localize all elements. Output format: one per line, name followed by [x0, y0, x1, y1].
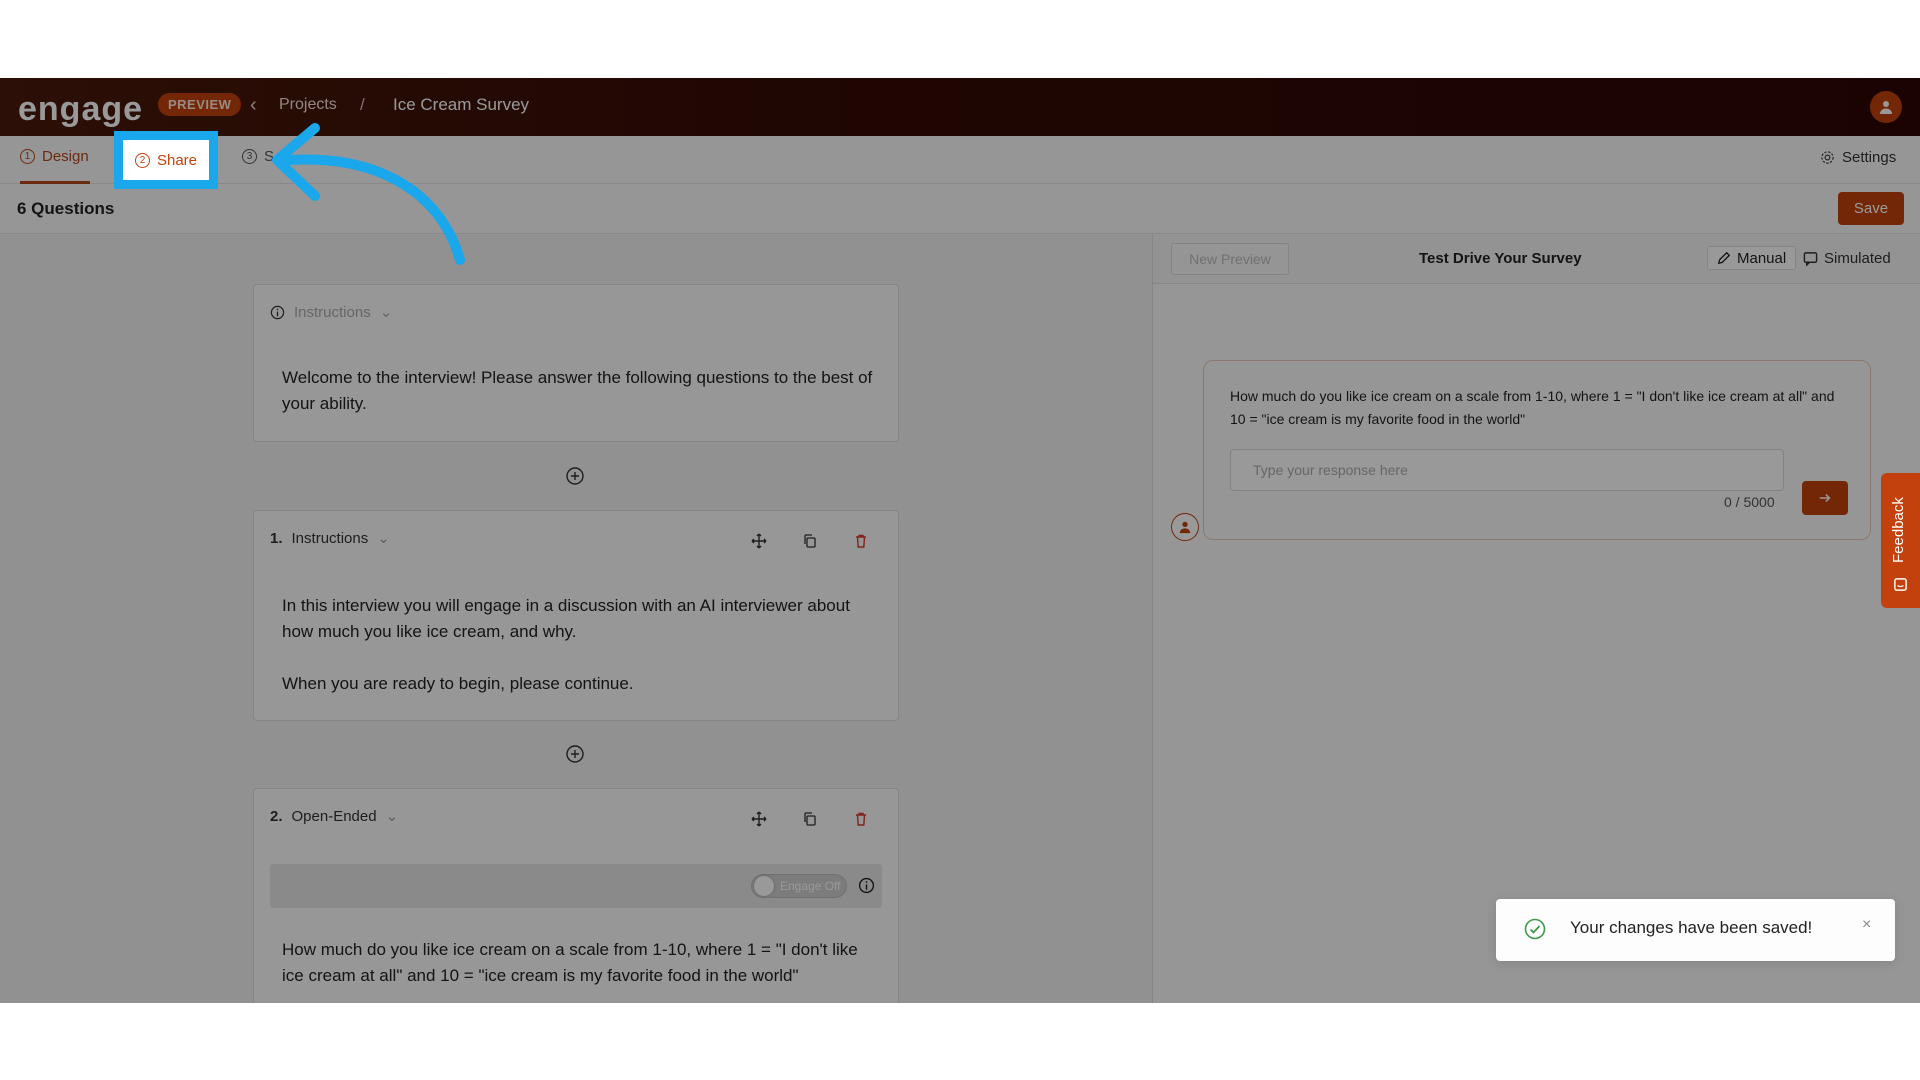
user-icon — [1179, 521, 1191, 534]
add-question-icon[interactable] — [565, 744, 585, 764]
card-text-paragraph: When you are ready to begin, please cont… — [282, 674, 634, 693]
toggle-knob — [754, 876, 774, 896]
settings-label: Settings — [1842, 149, 1897, 166]
tab-share-label: Share — [156, 151, 198, 169]
settings-link[interactable]: Settings — [1820, 149, 1896, 166]
close-icon[interactable]: × — [1862, 916, 1871, 934]
question-type-label[interactable]: Instructions — [292, 530, 369, 547]
move-icon[interactable] — [749, 531, 769, 551]
chat-icon — [1803, 251, 1818, 266]
tab-design-label: Design — [42, 148, 89, 165]
card-header: 1. Instructions ⌄ — [270, 529, 390, 548]
preview-title: Test Drive Your Survey — [1419, 250, 1582, 267]
survey-preview-panel: New Preview Test Drive Your Survey Manua… — [1152, 234, 1920, 1003]
saved-toast: Your changes have been saved! × — [1496, 899, 1895, 961]
check-circle-icon — [1524, 918, 1546, 940]
send-button[interactable] — [1802, 481, 1848, 515]
step-number-icon: 1 — [20, 149, 35, 164]
step-number-icon: 2 — [134, 152, 150, 168]
card-header: 2. Open-Ended ⌄ — [270, 807, 399, 826]
card-header: Instructions ⌄ — [270, 303, 392, 321]
tab-share[interactable]: 2 Share — [114, 131, 218, 189]
chevron-down-icon[interactable]: ⌄ — [386, 807, 399, 825]
card-toolbar — [749, 809, 871, 829]
logo-text: engage — [18, 90, 144, 128]
new-preview-button[interactable]: New Preview — [1171, 243, 1289, 275]
question-card[interactable]: Instructions ⌄ Welcome to the interview!… — [253, 284, 899, 442]
gear-icon — [1821, 151, 1834, 164]
chat-question-text: How much do you like ice cream on a scal… — [1230, 388, 1835, 427]
trash-icon[interactable] — [851, 531, 871, 551]
engage-logo[interactable]: engage — [18, 90, 143, 129]
mode-manual-button[interactable]: Manual — [1707, 246, 1797, 270]
question-number: 2. — [270, 807, 283, 825]
save-button[interactable]: Save — [1838, 192, 1904, 225]
duplicate-icon[interactable] — [800, 531, 820, 551]
move-icon[interactable] — [749, 809, 769, 829]
chat-message-card: How much do you like ice cream on a scal… — [1203, 360, 1871, 540]
character-count: 0 / 5000 — [1724, 494, 1775, 510]
chevron-down-icon[interactable]: ⌄ — [380, 303, 393, 321]
question-type-label[interactable]: Open-Ended — [292, 808, 377, 825]
card-text[interactable]: How much do you like ice cream on a scal… — [282, 937, 882, 989]
feedback-icon — [1894, 578, 1907, 591]
toast-message: Your changes have been saved! — [1570, 918, 1813, 937]
question-card[interactable]: 1. Instructions ⌄ In this interview you … — [253, 510, 899, 721]
mode-manual-label: Manual — [1737, 249, 1787, 267]
user-icon — [1880, 101, 1892, 114]
question-count: 6 Questions — [17, 199, 115, 218]
card-toolbar — [749, 531, 871, 551]
engage-settings-bar: Engage Off — [270, 864, 882, 908]
card-text[interactable]: In this interview you will engage in a d… — [282, 593, 882, 697]
preview-header: New Preview Test Drive Your Survey Manua… — [1153, 234, 1920, 284]
question-card[interactable]: 2. Open-Ended ⌄ Engage Off How much do y… — [253, 788, 899, 1003]
feedback-label: Feedback — [1890, 497, 1907, 563]
engage-toggle-label: Engage Off — [780, 879, 841, 893]
question-type-label[interactable]: Instructions — [294, 304, 371, 321]
interviewer-avatar — [1171, 513, 1199, 541]
user-avatar[interactable] — [1870, 91, 1902, 123]
card-text[interactable]: Welcome to the interview! Please answer … — [282, 365, 882, 417]
question-number: 1. — [270, 529, 283, 547]
pencil-icon — [1717, 251, 1731, 265]
mode-simulated-label: Simulated — [1824, 249, 1891, 267]
info-icon — [270, 305, 285, 319]
arrow-right-icon — [1819, 493, 1831, 503]
trash-icon[interactable] — [851, 809, 871, 829]
feedback-tab[interactable]: Feedback — [1881, 473, 1920, 608]
add-question-icon[interactable] — [565, 466, 585, 486]
question-editor-panel: Instructions ⌄ Welcome to the interview!… — [0, 234, 1152, 1003]
card-text-paragraph: In this interview you will engage in a d… — [282, 596, 850, 641]
mode-simulated-button[interactable]: Simulated — [1803, 246, 1891, 270]
tab-design[interactable]: 1 Design — [20, 148, 89, 165]
duplicate-icon[interactable] — [800, 809, 820, 829]
chevron-down-icon[interactable]: ⌄ — [377, 529, 390, 547]
engage-toggle[interactable]: Engage Off — [751, 874, 847, 898]
response-input[interactable] — [1230, 449, 1784, 491]
preview-badge: PREVIEW — [158, 93, 242, 116]
pointer-arrow-icon — [272, 123, 465, 265]
info-icon[interactable] — [858, 877, 875, 894]
